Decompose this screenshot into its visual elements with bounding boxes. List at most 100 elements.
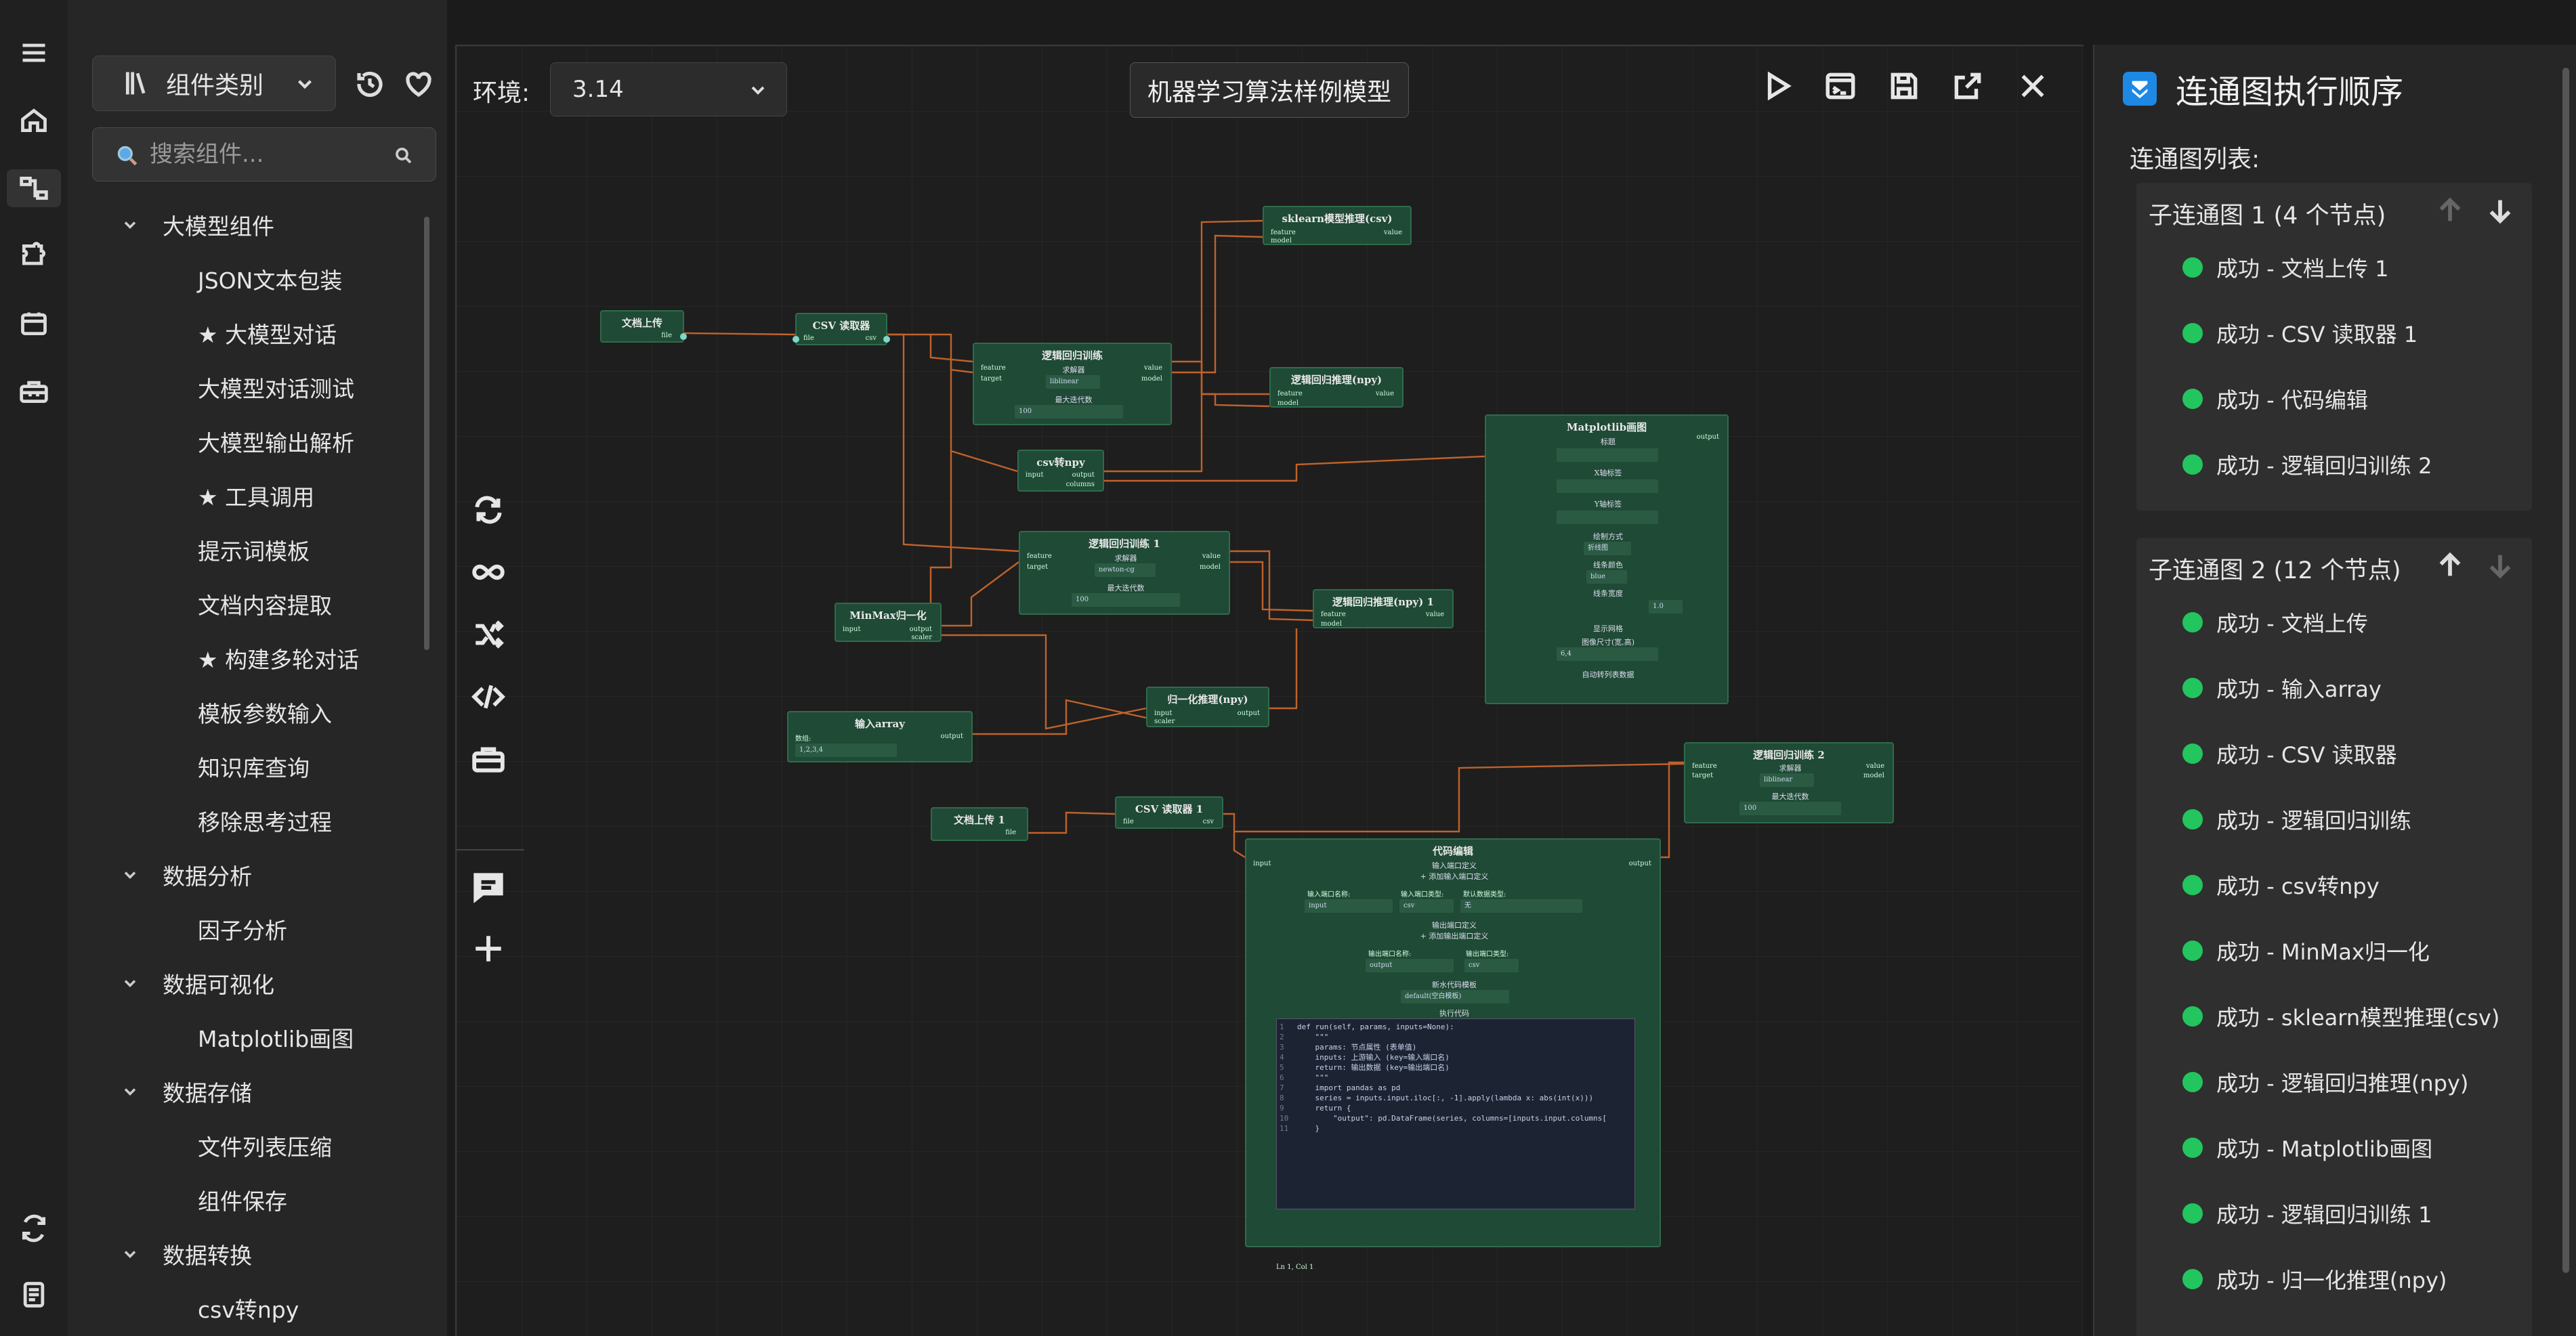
share-icon[interactable] — [1951, 69, 1985, 103]
tree-category[interactable]: 数据存储 — [68, 1064, 427, 1119]
max-iter-input[interactable]: 100 — [1015, 405, 1123, 418]
input-port-type[interactable]: csv — [1399, 899, 1454, 913]
array-input[interactable]: 1,2,3,4 — [795, 744, 897, 757]
add-output-port-button[interactable]: + 添加输出端口定义 — [1246, 930, 1662, 941]
menu-icon[interactable] — [15, 34, 53, 72]
node-csv-reader-1[interactable]: CSV 读取器 1 file csv — [1115, 796, 1223, 829]
home-icon[interactable] — [15, 102, 53, 139]
execution-step[interactable]: 成功 - csv转npy — [2182, 869, 2380, 901]
edge-connector[interactable] — [1230, 561, 1313, 612]
node-lr-infer-npy-1[interactable]: 逻辑回归推理(npy) 1 feature model value — [1313, 589, 1454, 628]
tree-item[interactable]: 文件列表压缩 — [68, 1119, 427, 1173]
save-icon[interactable] — [1887, 69, 1921, 103]
execution-step[interactable]: 成功 - 逻辑回归训练 2 — [2182, 449, 2432, 480]
edge-connector[interactable] — [887, 333, 973, 363]
node-lr-train[interactable]: 逻辑回归训练 feature target value model 求解器 li… — [973, 343, 1172, 425]
edge-connector[interactable] — [683, 332, 796, 336]
edge-connector[interactable] — [834, 451, 952, 627]
tree-item[interactable]: 大模型输出解析 — [68, 414, 427, 469]
component-search[interactable] — [92, 127, 436, 181]
flow-title[interactable]: 机器学习算法样例模型 — [1130, 62, 1409, 118]
node-minmax[interactable]: MinMax归一化 input output scaler — [835, 603, 942, 642]
terminal-icon[interactable] — [1823, 69, 1857, 103]
execution-step[interactable]: 成功 - 逻辑回归训练 — [2182, 804, 2411, 835]
node-doc-upload-1[interactable]: 文档上传 1 file — [931, 807, 1028, 841]
execution-step[interactable]: 成功 - Matplotlib画图 — [2182, 1132, 2432, 1163]
search-icon[interactable] — [394, 146, 414, 166]
auto-list-checkbox[interactable]: 自动转列表数据 — [1486, 669, 1730, 680]
toolbox-icon[interactable] — [471, 742, 509, 780]
xlabel-input[interactable] — [1557, 479, 1658, 493]
color-select[interactable]: blue — [1586, 570, 1627, 584]
flow-editor-icon[interactable] — [7, 169, 61, 207]
sidebar-scrollbar[interactable] — [424, 217, 429, 650]
move-down-icon[interactable] — [2485, 195, 2516, 226]
output-port-name[interactable]: output — [1366, 959, 1454, 972]
tree-item[interactable]: 知识库查询 — [68, 739, 427, 794]
refresh-icon[interactable] — [15, 1209, 53, 1247]
solver-select[interactable]: liblinear — [1046, 375, 1100, 389]
tree-item[interactable]: Matplotlib画图 — [68, 1010, 427, 1064]
output-port-type[interactable]: csv — [1464, 959, 1519, 972]
panel-scrollbar[interactable] — [2562, 68, 2569, 1273]
edge-connector[interactable] — [942, 561, 1019, 627]
node-matplotlib[interactable]: Matplotlib画图 output 标题 X轴标签 Y轴标签 绘制方式 折线… — [1485, 414, 1729, 704]
execution-step[interactable]: 成功 - MinMax归一化 — [2182, 935, 2430, 966]
tree-item[interactable]: 移除思考过程 — [68, 794, 427, 848]
execution-step[interactable]: 成功 - 归一化推理(npy) — [2182, 1264, 2447, 1295]
execution-step[interactable]: 成功 - 输入array — [2182, 672, 2382, 704]
input-port[interactable] — [793, 336, 799, 343]
execution-step[interactable]: 成功 - sklearn模型推理(csv) — [2182, 1001, 2499, 1032]
execution-step[interactable]: 成功 - 文档上传 1 — [2182, 252, 2388, 283]
toolbox-icon[interactable] — [15, 372, 53, 410]
store-icon[interactable] — [15, 305, 53, 343]
input-port-name[interactable]: input — [1305, 899, 1393, 913]
loop-icon[interactable] — [471, 493, 509, 531]
tree-item[interactable]: ★ 大模型对话 — [68, 306, 427, 360]
edge-connector[interactable] — [1269, 628, 1298, 710]
category-dropdown[interactable]: 组件类别 — [92, 56, 336, 111]
execution-step[interactable]: 成功 - 文档上传 — [2182, 607, 2368, 638]
code-editor[interactable]: 1 def run(self, params, inputs=None): 2 ""… — [1276, 1018, 1635, 1209]
input-default-type[interactable]: 无 — [1460, 899, 1582, 913]
tree-item[interactable]: csv转npy — [68, 1281, 427, 1335]
history-icon[interactable] — [354, 68, 386, 100]
add-input-port-button[interactable]: + 添加输入端口定义 — [1246, 871, 1662, 882]
edge-connector[interactable] — [973, 699, 1147, 735]
tree-item[interactable]: 大模型对话测试 — [68, 360, 427, 414]
run-icon[interactable] — [1760, 69, 1794, 103]
node-csv-to-npy[interactable]: csv转npy input output columns — [1017, 450, 1104, 492]
style-select[interactable]: 折线图 — [1584, 542, 1631, 555]
tree-item[interactable]: JSON文本包装 — [68, 252, 427, 306]
execution-step[interactable]: 成功 - CSV 读取器 — [2182, 738, 2397, 769]
edge-connector[interactable] — [1202, 393, 1270, 408]
ylabel-input[interactable] — [1557, 511, 1658, 524]
output-port[interactable] — [883, 336, 890, 343]
tree-item[interactable]: 因子分析 — [68, 902, 427, 956]
tree-item[interactable]: 模板参数输入 — [68, 685, 427, 739]
tree-item[interactable]: ★ 工具调用 — [68, 469, 427, 523]
infinity-icon[interactable] — [471, 555, 509, 593]
edge-connector[interactable] — [1172, 360, 1269, 395]
tree-item[interactable]: 文档内容提取 — [68, 577, 427, 631]
node-sklearn-infer[interactable]: sklearn模型推理(csv) feature model value — [1263, 206, 1412, 245]
max-iter-input[interactable]: 100 — [1072, 593, 1180, 607]
code-icon[interactable] — [471, 680, 509, 718]
search-input[interactable] — [150, 137, 394, 171]
tree-category[interactable]: 数据转换 — [68, 1227, 427, 1281]
solver-select[interactable]: newton-cg — [1095, 563, 1156, 577]
move-up-icon[interactable] — [2434, 550, 2466, 581]
close-icon[interactable] — [2016, 69, 2050, 103]
subgraph-header[interactable]: 子连通图 2 (12 个节点) — [2149, 551, 2401, 586]
tree-category[interactable]: 数据可视化 — [68, 956, 427, 1010]
output-port[interactable] — [680, 333, 687, 340]
move-down-icon[interactable] — [2485, 550, 2516, 581]
edge-connector[interactable] — [1234, 762, 1685, 833]
execution-step[interactable]: 成功 - 逻辑回归训练 1 — [2182, 1198, 2432, 1229]
grid-checkbox[interactable]: 显示网格 — [1486, 623, 1730, 634]
chat-icon[interactable] — [471, 869, 509, 907]
tree-category[interactable]: 大模型组件 — [68, 198, 427, 252]
node-norm-infer[interactable]: 归一化推理(npy) input scaler output — [1146, 687, 1269, 727]
template-select[interactable]: default(空白模板) — [1401, 990, 1509, 1004]
node-input-array[interactable]: 输入array 数组: 1,2,3,4 output — [787, 711, 973, 762]
